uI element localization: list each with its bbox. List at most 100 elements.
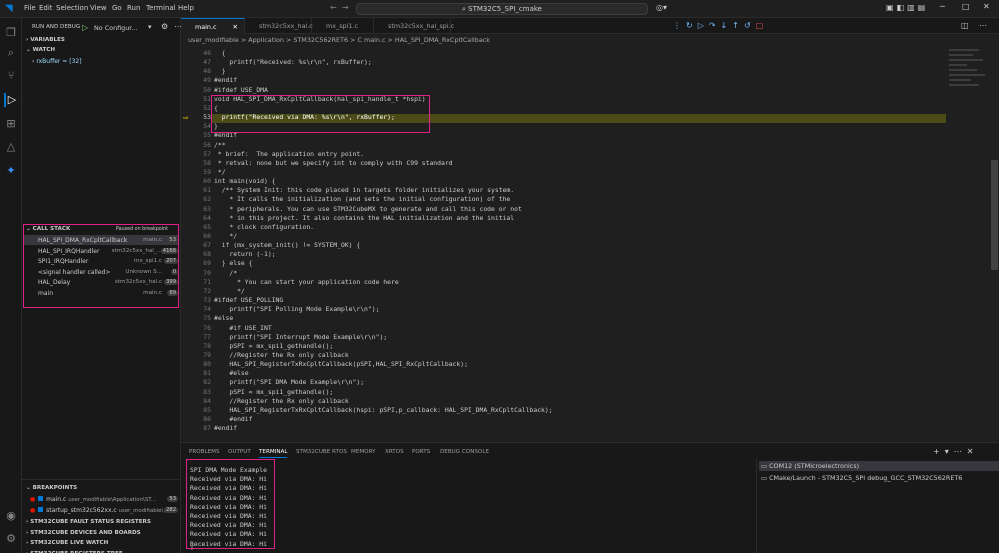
menu-edit[interactable]: Edit — [39, 4, 53, 12]
close-icon[interactable]: ✕ — [983, 2, 990, 11]
code-line[interactable]: printf("SPI Interrupt Mode Example\r\n")… — [214, 333, 387, 341]
layout-icons[interactable]: ▣◧▥▤ — [886, 3, 928, 12]
code-line[interactable]: /** System Init: this code placed in tar… — [214, 186, 514, 194]
code-line[interactable]: pSPI = mx_spi1_gethandle(); — [214, 388, 333, 396]
code-line[interactable]: void HAL_SPI_DMA_RxCpltCallback(hal_spi_… — [214, 95, 426, 103]
code-line[interactable]: #endif — [214, 424, 237, 432]
code-line[interactable]: * peripherals. You can use STM32CubeMX t… — [214, 205, 521, 213]
menu-run[interactable]: Run — [127, 4, 140, 12]
tab-terminal[interactable]: TERMINAL — [259, 449, 288, 458]
code-line[interactable]: /* — [214, 269, 237, 277]
tab-stm32cube-rtos[interactable]: STM32CUBE RTOS — [296, 449, 347, 455]
close-tab-icon[interactable]: ✕ — [233, 23, 238, 31]
config-chevron-icon[interactable]: ▾ — [148, 23, 152, 31]
launch-config-select[interactable]: No Configur... — [94, 24, 137, 32]
code-line[interactable]: { — [214, 49, 226, 57]
code-line[interactable]: */ — [214, 232, 237, 240]
code-line[interactable]: * clock configuration. — [214, 223, 314, 231]
code-line[interactable]: pSPI = mx_spi1_gethandle(); — [214, 342, 333, 350]
code-line[interactable]: * brief: The application entry point. — [214, 150, 364, 158]
cmake-icon[interactable]: △ — [4, 140, 18, 154]
manage-gear-icon[interactable]: ⚙ — [4, 532, 18, 546]
code-line[interactable]: #if USE_INT — [214, 324, 271, 332]
code-line[interactable]: //Register the Rx only callback — [214, 397, 348, 405]
code-line[interactable]: #ifdef USE_DMA — [214, 86, 268, 94]
maximize-icon[interactable]: □ — [962, 2, 970, 11]
menu-terminal[interactable]: Terminal — [146, 4, 176, 12]
extensions-icon[interactable]: ⊞ — [4, 117, 18, 131]
tab-problems[interactable]: PROBLEMS — [189, 449, 220, 455]
code-line[interactable]: { — [214, 104, 218, 112]
breakpoint-item[interactable]: ● startup_stm32c562xx.c user_modifiable\… — [30, 506, 178, 514]
run-debug-icon[interactable]: ▷ — [4, 93, 18, 107]
menu-file[interactable]: File — [24, 4, 36, 12]
code-line[interactable]: printf("Received: %s\r\n", rxBuffer); — [214, 58, 371, 66]
tab-ports[interactable]: PORTS — [412, 449, 430, 455]
menu-help[interactable]: Help — [178, 4, 194, 12]
code-line[interactable]: /** — [214, 141, 226, 149]
start-debug-icon[interactable]: ▷ — [82, 23, 88, 32]
search-icon[interactable]: ⌕ — [4, 46, 18, 60]
menu-view[interactable]: View — [90, 4, 107, 12]
code-line[interactable]: #endif — [214, 131, 237, 139]
code-line[interactable]: * It calls the initialization (and sets … — [214, 195, 510, 203]
code-editor[interactable]: ⇨ 46 {47 printf("Received: %s\r\n", rxBu… — [181, 46, 951, 442]
code-line[interactable]: #else — [214, 369, 248, 377]
code-line[interactable]: //Register the Rx only callback — [214, 351, 348, 359]
breakpoint-item[interactable]: ● main.c user_modifiable\Application\ST.… — [30, 496, 178, 503]
tab-xrtos[interactable]: XRTOS — [385, 449, 404, 455]
checkbox-icon[interactable] — [38, 506, 44, 512]
source-control-icon[interactable]: ⑂ — [4, 69, 18, 83]
code-line[interactable]: #endif — [214, 415, 252, 423]
tab-mx-spi1-c[interactable]: mx_spi1.c — [312, 18, 374, 34]
code-line[interactable]: * in this project. It also contains the … — [214, 214, 514, 222]
code-line[interactable]: printf("SPI Polling Mode Example\r\n"); — [214, 305, 379, 313]
code-line[interactable]: #else — [214, 314, 233, 322]
breakpoints-header[interactable]: ⌄ BREAKPOINTS — [26, 485, 77, 491]
code-line[interactable]: printf("Received via DMA: %s\r\n", rxBuf… — [214, 113, 395, 121]
code-line[interactable]: */ — [214, 168, 226, 176]
code-line[interactable]: * You can start your application code he… — [214, 278, 399, 286]
code-line[interactable]: int main(void) { — [214, 177, 276, 185]
collapsed-section[interactable]: › STM32CUBE FAULT STATUS REGISTERS — [26, 519, 151, 525]
explorer-icon[interactable]: ❐ — [4, 26, 18, 40]
call-stack-header[interactable]: ⌄ CALL STACK — [26, 226, 70, 232]
terminal-item-cmake[interactable]: ▭ CMake/Launch - STM32C5_SPI debug_GCC_S… — [761, 474, 962, 482]
forward-arrow-icon[interactable]: → — [342, 3, 349, 12]
code-line[interactable]: printf("SPI DMA Mode Example\r\n"); — [214, 378, 364, 386]
variables-header[interactable]: › VARIABLES — [26, 37, 65, 43]
code-line[interactable]: } — [214, 122, 218, 130]
tab-output[interactable]: OUTPUT — [228, 449, 251, 455]
tab-main-c[interactable]: main.c ✕ — [181, 18, 245, 34]
editor-scrollbar[interactable] — [991, 160, 998, 270]
minimap[interactable] — [949, 46, 991, 136]
checkbox-icon[interactable] — [38, 496, 44, 501]
debug-toolbar[interactable]: ⋮↻▷↷↓↑↺□ — [673, 21, 768, 30]
copilot-icon[interactable]: ◎▾ — [656, 3, 667, 12]
tab-memory[interactable]: MEMORY — [351, 449, 376, 455]
collapsed-section[interactable]: › STM32CUBE DEVICES AND BOARDS — [26, 530, 141, 536]
code-line[interactable]: } — [214, 67, 226, 75]
watch-header[interactable]: ⌄ WATCH — [26, 47, 55, 53]
breadcrumb[interactable]: user_modifiable > Application > STM32C56… — [188, 36, 490, 44]
settings-gear-icon[interactable]: ⚙ — [161, 22, 168, 31]
code-line[interactable]: HAL_SPI_RegisterTxRxCpltCallback(hspi: p… — [214, 406, 552, 414]
stm32-icon[interactable]: ✦ — [4, 164, 18, 178]
code-line[interactable]: #endif — [214, 76, 237, 84]
code-line[interactable]: */ — [214, 287, 245, 295]
command-center-search[interactable]: ⌕ STM32C5_SPI_cmake — [356, 3, 648, 15]
code-line[interactable]: return (-1); — [214, 250, 275, 258]
menu-selection[interactable]: Selection — [56, 4, 88, 12]
terminal-item-com12[interactable]: ▭ COM12 (STMicroelectronics) — [761, 462, 859, 470]
code-line[interactable]: HAL_SPI_RegisterTxRxCpltCallback(pSPI,HA… — [214, 360, 468, 368]
breakpoint-arrow-icon[interactable]: ⇨ — [183, 114, 189, 122]
more-actions-icon[interactable]: ⋯ — [979, 21, 987, 30]
code-line[interactable]: if (mx_system_init() != SYSTEM_OK) { — [214, 241, 361, 249]
code-line[interactable]: } else { — [214, 259, 253, 267]
code-line[interactable]: #ifdef USE_POLLING — [214, 296, 283, 304]
collapsed-section[interactable]: › STM32CUBE LIVE WATCH — [26, 540, 108, 546]
account-icon[interactable]: ◉ — [4, 509, 18, 523]
menu-go[interactable]: Go — [112, 4, 122, 12]
minimize-icon[interactable]: ─ — [940, 2, 945, 11]
tab-stm32c5xx-hal-c[interactable]: stm32c5xx_hal.c — [245, 18, 313, 34]
